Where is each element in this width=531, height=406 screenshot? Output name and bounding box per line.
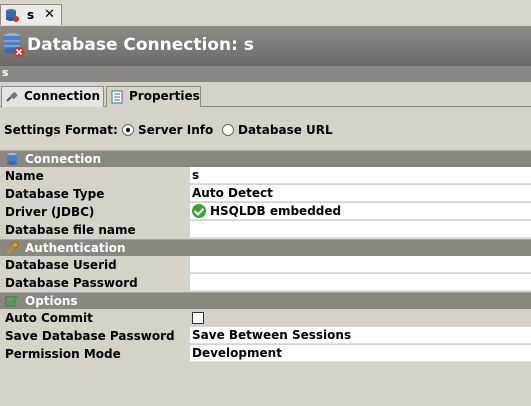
header-subtitle-bar: s xyxy=(0,66,531,82)
database-file-name-field[interactable] xyxy=(190,221,531,238)
database-password-label: Database Password xyxy=(5,276,138,290)
page-title: Database Connection: s xyxy=(27,35,254,55)
inner-tab-bar: Connection Properties xyxy=(0,82,531,107)
database-file-name-label: Database file name xyxy=(5,223,136,237)
database-userid-field[interactable] xyxy=(190,256,531,273)
settings-format-label: Settings Format: xyxy=(4,123,118,137)
editor-tab-strip: s ✕ xyxy=(0,0,531,27)
database-url-radio[interactable] xyxy=(222,124,234,136)
editor-tab-s[interactable]: s ✕ xyxy=(0,4,62,25)
save-password-select[interactable]: Save Between Sessions xyxy=(190,327,531,344)
plug-icon xyxy=(5,90,19,104)
driver-label: Driver (JDBC) xyxy=(5,205,95,219)
property-row-permission-mode: Permission Mode Development xyxy=(0,345,531,363)
database-icon xyxy=(5,152,19,166)
connection-property-table: Connection Name s Database Type Auto Det… xyxy=(0,150,531,363)
database-type-label: Database Type xyxy=(5,187,105,201)
section-authentication: Authentication xyxy=(0,239,531,256)
property-row-database-type: Database Type Auto Detect xyxy=(0,185,531,203)
section-options: Options xyxy=(0,292,531,309)
property-row-auto-commit: Auto Commit xyxy=(0,309,531,327)
save-password-label: Save Database Password xyxy=(5,329,175,343)
header-subtitle: s xyxy=(2,66,9,79)
auto-commit-label: Auto Commit xyxy=(5,311,93,325)
property-row-save-password: Save Database Password Save Between Sess… xyxy=(0,327,531,345)
section-connection-title: Connection xyxy=(25,152,102,166)
tab-connection-label: Connection xyxy=(24,89,101,103)
close-icon[interactable]: ✕ xyxy=(44,7,55,22)
database-connection-icon xyxy=(3,31,25,59)
database-type-select[interactable]: Auto Detect xyxy=(190,185,531,202)
driver-value: HSQLDB embedded xyxy=(210,204,342,218)
property-row-database-userid: Database Userid xyxy=(0,256,531,274)
property-row-database-password: Database Password xyxy=(0,274,531,292)
section-options-title: Options xyxy=(25,294,78,308)
permission-mode-select[interactable]: Development xyxy=(190,345,531,362)
checkmark-icon xyxy=(5,294,19,308)
tab-connection[interactable]: Connection xyxy=(1,86,104,107)
database-password-field[interactable] xyxy=(190,274,531,291)
editor-header: Database Connection: s xyxy=(0,26,531,66)
property-row-name: Name s xyxy=(0,167,531,185)
server-info-radio[interactable] xyxy=(122,124,134,136)
settings-format-row: Settings Format: Server Info Database UR… xyxy=(4,123,524,139)
property-row-driver: Driver (JDBC) HSQLDB embedded xyxy=(0,203,531,221)
name-label: Name xyxy=(5,169,44,183)
name-field[interactable]: s xyxy=(190,167,531,184)
checkmark-circle-icon xyxy=(192,204,206,218)
property-row-database-file-name: Database file name xyxy=(0,221,531,239)
permission-mode-label: Permission Mode xyxy=(5,347,121,361)
key-icon xyxy=(5,241,19,255)
database-userid-label: Database Userid xyxy=(5,258,117,272)
editor-tab-label: s xyxy=(27,8,35,22)
section-authentication-title: Authentication xyxy=(25,241,126,255)
driver-select[interactable]: HSQLDB embedded xyxy=(190,203,531,220)
auto-commit-cell xyxy=(190,309,531,326)
auto-commit-checkbox[interactable] xyxy=(192,312,204,324)
properties-icon xyxy=(110,90,124,104)
database-url-label[interactable]: Database URL xyxy=(238,123,333,137)
tab-properties[interactable]: Properties xyxy=(106,86,201,107)
section-connection: Connection xyxy=(0,150,531,167)
tab-properties-label: Properties xyxy=(129,89,200,103)
database-connection-icon xyxy=(5,8,19,22)
server-info-label[interactable]: Server Info xyxy=(138,123,213,137)
